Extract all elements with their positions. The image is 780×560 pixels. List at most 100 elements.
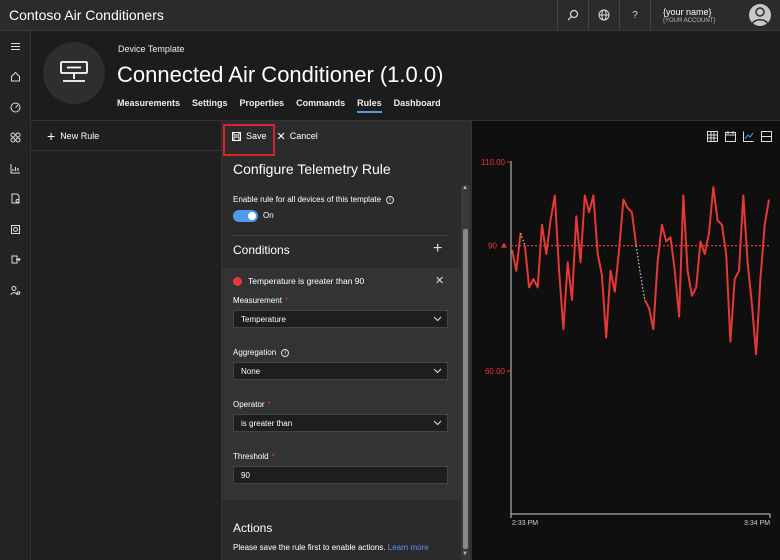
panel-title: Configure Telemetry Rule <box>233 161 391 177</box>
layout-icon <box>760 130 772 142</box>
actions-text: Please save the rule first to enable act… <box>233 543 386 552</box>
chevron-down-icon <box>433 420 442 426</box>
admin-icon <box>10 285 21 295</box>
rule-config-panel: Save ✕ Cancel Configure Telemetry Rule E… <box>221 121 471 560</box>
required-marker: * <box>271 452 275 461</box>
series-gap <box>635 245 646 301</box>
nav-templates[interactable] <box>0 214 31 245</box>
grid-icon <box>706 130 718 142</box>
scroll-up-arrow[interactable]: ▲ <box>462 185 468 191</box>
divider <box>233 235 448 236</box>
calendar-button[interactable] <box>724 130 736 142</box>
operator-select[interactable]: is greater than <box>233 414 448 432</box>
enable-rule-label: Enable rule for all devices of this temp… <box>233 195 395 204</box>
measurement-select[interactable]: Temperature <box>233 310 448 328</box>
new-rule-label: New Rule <box>60 130 100 141</box>
template-header: Device Template Connected Air Conditione… <box>31 31 780 121</box>
template-version: (1.0.0) <box>379 62 444 87</box>
threshold-input[interactable]: 90 <box>233 466 448 484</box>
line-chart-icon <box>742 131 753 142</box>
aggregation-select[interactable]: None <box>233 362 448 380</box>
info-icon[interactable]: i <box>386 195 395 204</box>
new-rule-button[interactable]: + New Rule <box>31 121 221 151</box>
account-id: {YOUR ACCOUNT} <box>663 17 716 24</box>
document-settings-icon <box>11 193 20 204</box>
threshold-label: 90 <box>488 242 497 251</box>
tab-dashboard[interactable]: Dashboard <box>394 98 441 113</box>
globe-icon <box>598 9 610 21</box>
panel-scrollbar[interactable]: ▲ ▼ <box>461 185 470 560</box>
actions-message: Please save the rule first to enable act… <box>233 543 429 552</box>
template-tabs: Measurements Settings Properties Command… <box>117 98 453 113</box>
info-icon[interactable]: i <box>281 348 290 357</box>
operator-label-text: Operator <box>233 400 265 409</box>
top-bar: Contoso Air Conditioners ? {your name} {… <box>0 0 780 31</box>
chevron-down-icon <box>433 368 442 374</box>
search-button[interactable] <box>557 0 588 31</box>
nav-home[interactable] <box>0 62 31 93</box>
export-icon <box>11 255 21 264</box>
nav-jobs[interactable] <box>0 184 31 215</box>
template-icon <box>11 224 20 234</box>
aggregation-label-text: Aggregation <box>233 348 277 357</box>
telemetry-chart-pane: 110.00 60.00 90 2:33 PM 3:34 PM <box>471 121 780 560</box>
grid-view-button[interactable] <box>706 130 718 142</box>
save-highlight-box <box>223 124 275 156</box>
aggregation-label: Aggregation i <box>233 348 290 357</box>
template-name: Connected Air Conditioner <box>117 62 374 87</box>
toggle-knob <box>248 212 256 220</box>
chevron-down-icon <box>433 316 442 322</box>
y-tick-label: 110.00 <box>481 158 505 167</box>
page-title: Connected Air Conditioner (1.0.0) <box>117 62 443 88</box>
user-icon <box>749 4 771 26</box>
panel-layout-button[interactable] <box>760 130 772 142</box>
y-tick-label: 60.00 <box>485 367 506 376</box>
add-condition-button[interactable]: + <box>433 240 442 258</box>
menu-button[interactable] <box>0 31 31 62</box>
aggregation-value: None <box>241 366 261 376</box>
analytics-icon <box>10 163 20 174</box>
nav-devices[interactable] <box>0 123 31 154</box>
line-chart-button[interactable] <box>742 130 754 142</box>
avatar[interactable] <box>740 0 780 31</box>
learn-more-link[interactable]: Learn more <box>388 543 429 552</box>
threshold-value: 90 <box>241 470 250 480</box>
tab-properties[interactable]: Properties <box>240 98 285 113</box>
enable-rule-text: Enable rule for all devices of this temp… <box>233 195 382 204</box>
remove-condition-button[interactable]: ✕ <box>435 274 444 287</box>
threshold-marker <box>501 242 507 248</box>
scroll-thumb[interactable] <box>463 229 468 549</box>
threshold-label-text: Threshold <box>233 452 269 461</box>
conditions-heading: Conditions <box>233 243 290 257</box>
template-subtitle: Device Template <box>118 44 185 54</box>
series-line <box>511 186 770 356</box>
home-icon <box>11 72 20 82</box>
close-icon: ✕ <box>276 130 286 143</box>
account-name: {your name} <box>663 6 712 17</box>
nav-data-export[interactable] <box>0 245 31 276</box>
cancel-label: Cancel <box>289 131 318 141</box>
condition-summary: Temperature is greater than 90 <box>248 276 365 286</box>
actions-heading: Actions <box>233 521 273 535</box>
cancel-button[interactable]: ✕ Cancel <box>277 130 318 143</box>
help-button[interactable]: ? <box>619 0 650 31</box>
search-icon <box>567 9 579 21</box>
left-rail <box>0 31 31 560</box>
required-marker: * <box>284 296 289 305</box>
chart-toolbar <box>706 130 772 142</box>
account-menu[interactable]: {your name} {YOUR ACCOUNT} <box>650 0 740 31</box>
tab-commands[interactable]: Commands <box>296 98 345 113</box>
enable-rule-toggle[interactable] <box>233 210 258 222</box>
telemetry-chart: 110.00 60.00 90 2:33 PM 3:34 PM <box>481 158 771 527</box>
nav-analytics[interactable] <box>0 153 31 184</box>
tab-rules[interactable]: Rules <box>357 98 382 113</box>
language-button[interactable] <box>588 0 619 31</box>
device-template-icon <box>43 42 105 104</box>
tab-settings[interactable]: Settings <box>192 98 228 113</box>
close-icon: ✕ <box>435 275 445 287</box>
nav-dashboard[interactable] <box>0 92 31 123</box>
measurement-value: Temperature <box>241 314 286 324</box>
scroll-down-arrow[interactable]: ▼ <box>462 551 468 557</box>
tab-measurements[interactable]: Measurements <box>117 98 180 113</box>
nav-administration[interactable] <box>0 275 31 306</box>
